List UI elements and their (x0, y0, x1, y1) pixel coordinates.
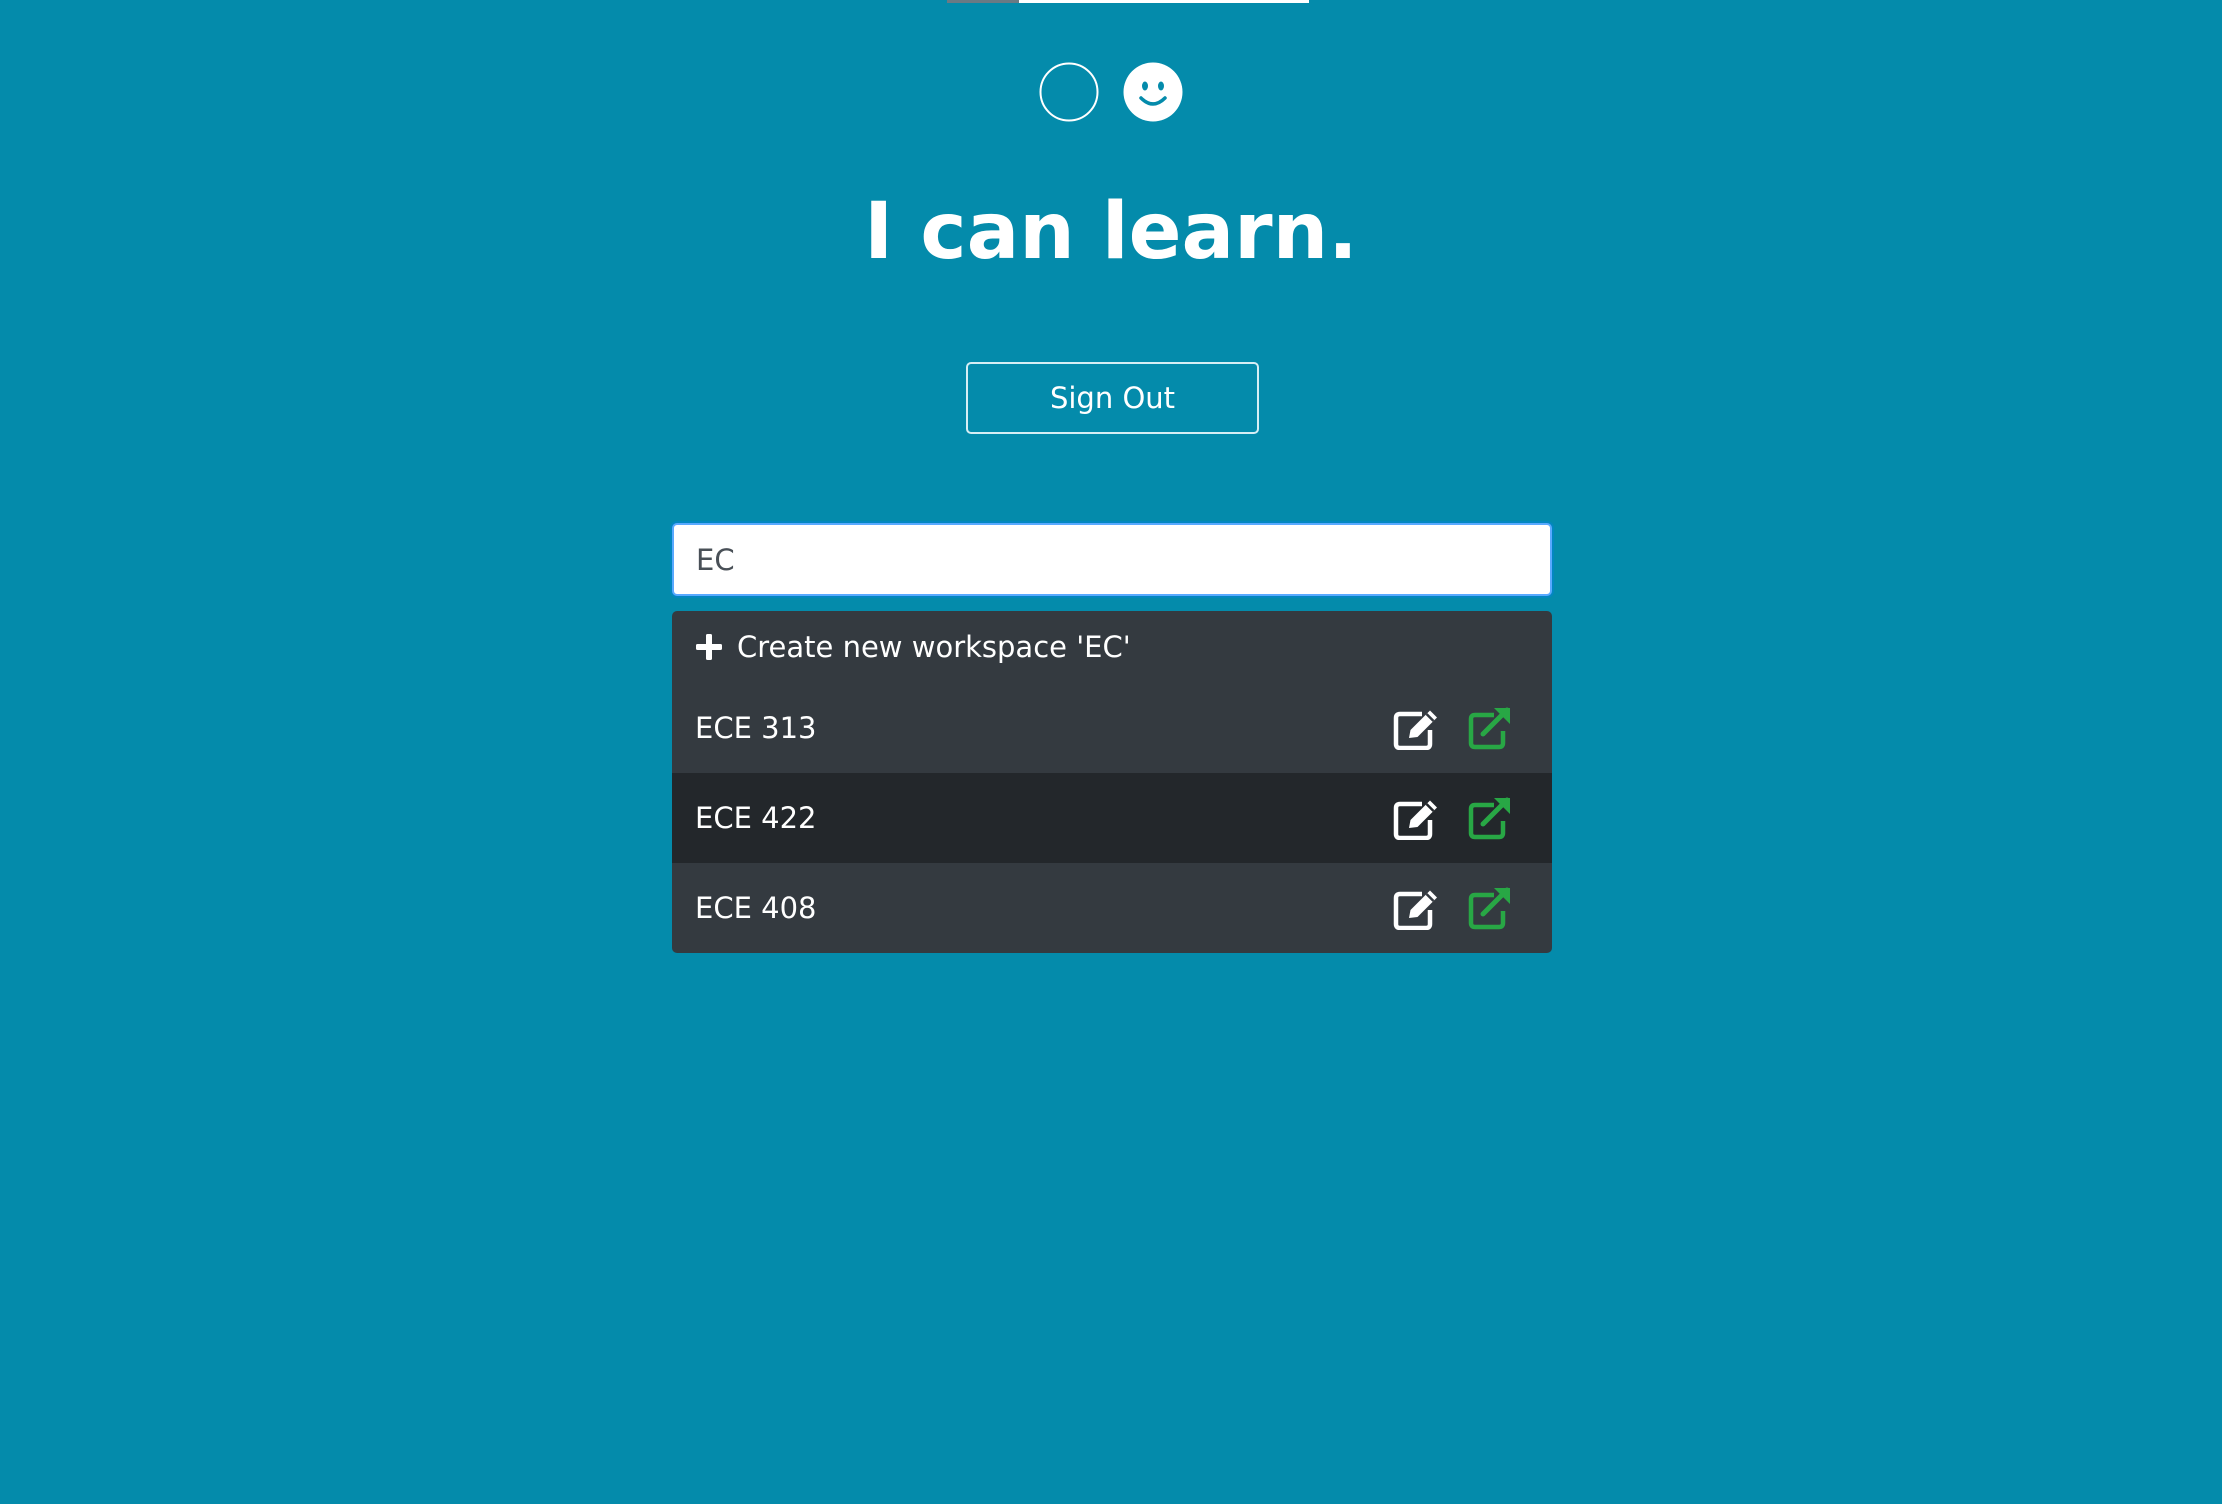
workspace-actions (1392, 886, 1514, 930)
edit-icon[interactable] (1392, 706, 1440, 750)
workspace-actions (1392, 796, 1514, 840)
external-link-icon[interactable] (1466, 706, 1514, 750)
workspace-row[interactable]: ECE 313 (672, 683, 1552, 773)
workspace-name: ECE 313 (695, 711, 817, 745)
page-title: I can learn. (864, 187, 1358, 277)
create-workspace-option[interactable]: Create new workspace 'EC' (672, 611, 1552, 683)
workspace-name: ECE 408 (695, 891, 817, 925)
smiley-face-icon[interactable] (1123, 62, 1183, 122)
sign-out-button[interactable]: Sign Out (966, 362, 1259, 434)
workspace-row-highlighted[interactable]: ECE 422 (672, 773, 1552, 863)
external-link-icon[interactable] (1466, 796, 1514, 840)
edit-icon[interactable] (1392, 796, 1440, 840)
progress-strip-dark (947, 0, 1019, 3)
empty-circle-icon[interactable] (1039, 62, 1099, 122)
mood-selector (0, 62, 2222, 122)
create-workspace-label: Create new workspace 'EC' (737, 630, 1131, 664)
progress-strip-light (1019, 0, 1309, 3)
workspace-search-input[interactable] (672, 523, 1552, 596)
external-link-icon[interactable] (1466, 886, 1514, 930)
edit-icon[interactable] (1392, 886, 1440, 930)
plus-icon (695, 633, 723, 661)
top-progress-strip (947, 0, 1309, 3)
workspace-row[interactable]: ECE 408 (672, 863, 1552, 953)
workspace-actions (1392, 706, 1514, 750)
workspace-name: ECE 422 (695, 801, 817, 835)
workspace-results-dropdown: Create new workspace 'EC' ECE 313 ECE 42… (672, 611, 1552, 953)
